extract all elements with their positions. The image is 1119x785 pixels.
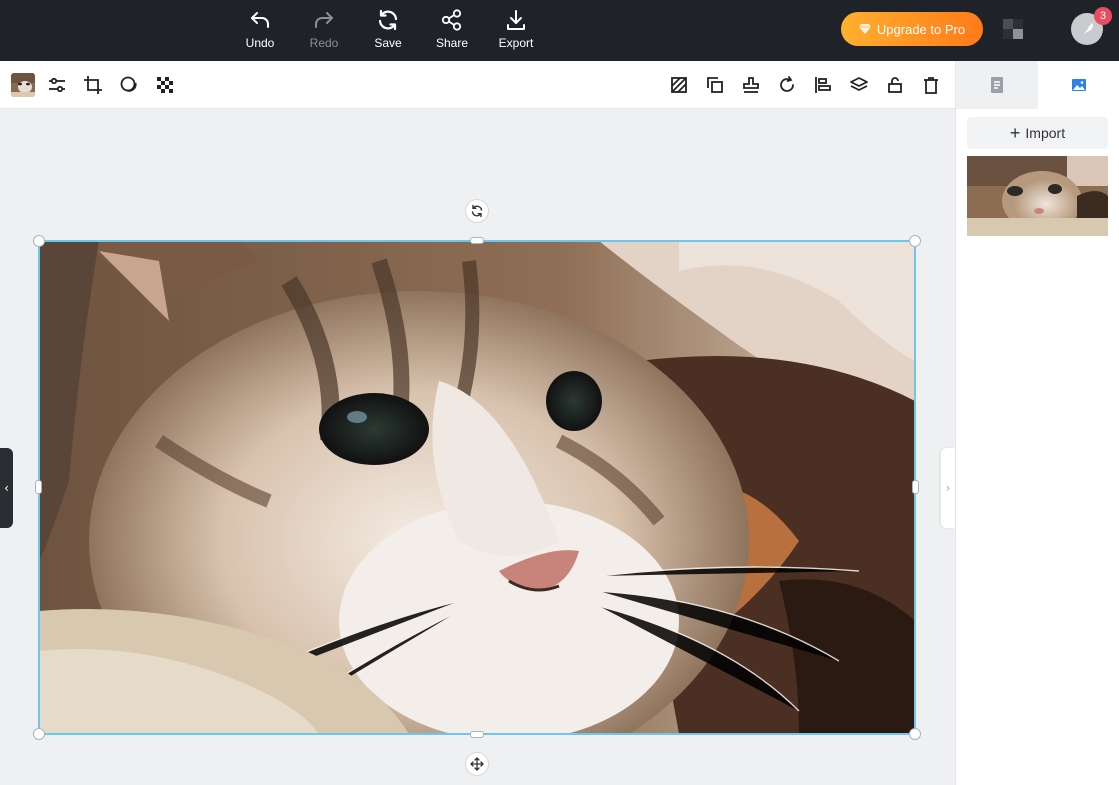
edit-toolbar: [0, 61, 955, 109]
image-icon: [1072, 79, 1086, 91]
adjust-sliders-icon: [49, 77, 65, 93]
share-button[interactable]: Share: [424, 8, 480, 52]
duplicate-icon: [707, 77, 723, 93]
crop-tool[interactable]: [81, 73, 105, 97]
align-left-icon: [815, 77, 831, 93]
import-button[interactable]: + Import: [967, 117, 1108, 149]
transparency-tool[interactable]: [153, 73, 177, 97]
left-panel-toggle[interactable]: ‹: [0, 448, 13, 528]
delete-tool[interactable]: [919, 73, 943, 97]
save-label: Save: [374, 36, 402, 50]
save-button[interactable]: Save: [360, 8, 416, 52]
move-arrows-icon: [470, 757, 484, 771]
redo-button[interactable]: Redo: [296, 8, 352, 52]
align-tool[interactable]: [811, 73, 835, 97]
resize-handle-right[interactable]: [912, 480, 919, 494]
chevron-left-icon: ‹: [4, 481, 9, 495]
editor-canvas: ‹ ›: [0, 109, 955, 785]
right-panel-toggle[interactable]: ›: [941, 448, 955, 528]
resize-handle-bottom[interactable]: [470, 731, 484, 738]
flip-icon: [671, 77, 687, 93]
mask-tool[interactable]: [117, 73, 141, 97]
right-panel: + Import: [955, 61, 1119, 785]
redo-label: Redo: [309, 36, 339, 50]
duplicate-tool[interactable]: [703, 73, 727, 97]
cat-photo-image: [39, 241, 915, 734]
download-icon: [507, 10, 525, 30]
lock-tool[interactable]: [883, 73, 907, 97]
move-control[interactable]: [465, 752, 489, 776]
layer-thumbnail[interactable]: [11, 73, 35, 97]
stamp-tool[interactable]: [739, 73, 763, 97]
stamp-icon: [743, 77, 759, 93]
shape-mask-icon: [120, 76, 137, 92]
share-label: Share: [435, 36, 469, 50]
export-button[interactable]: Export: [488, 8, 544, 52]
export-label: Export: [498, 36, 534, 50]
resize-handle-top[interactable]: [470, 237, 484, 244]
resize-handle-top-right[interactable]: [909, 235, 921, 247]
chevron-right-icon: ›: [945, 481, 951, 495]
undo-icon: [251, 12, 269, 28]
cat-thumbnail-image: [967, 156, 1108, 236]
upgrade-label: Upgrade to Pro: [876, 21, 966, 37]
rotate-tool[interactable]: [775, 73, 799, 97]
text-document-icon: [991, 77, 1003, 93]
undo-label: Undo: [245, 36, 275, 50]
notification-badge: 3: [1094, 7, 1112, 25]
layers-tool[interactable]: [847, 73, 871, 97]
tab-images[interactable]: [1038, 61, 1119, 109]
rotate-arrows-icon: [471, 204, 483, 218]
flip-tool[interactable]: [667, 73, 691, 97]
rotate-icon: [780, 76, 794, 92]
layers-icon: [850, 77, 868, 91]
resize-handle-bottom-right[interactable]: [909, 728, 921, 740]
feather-avatar-icon: [1080, 23, 1093, 37]
apps-grid-icon[interactable]: [1003, 19, 1023, 39]
adjust-tool[interactable]: [45, 73, 69, 97]
plus-icon: +: [1009, 123, 1021, 143]
share-icon: [441, 9, 462, 31]
transparency-icon: [157, 77, 173, 93]
imported-image-thumbnail[interactable]: [967, 156, 1108, 236]
refresh-save-icon: [378, 9, 398, 31]
tab-text[interactable]: [956, 61, 1038, 109]
undo-button[interactable]: Undo: [232, 8, 288, 52]
panel-tabs: [956, 61, 1119, 109]
resize-handle-bottom-left[interactable]: [33, 728, 45, 740]
diamond-icon: [858, 24, 871, 34]
import-label: Import: [1025, 125, 1066, 141]
cat-thumbnail-image: [11, 73, 35, 97]
cat-photo[interactable]: [39, 241, 915, 734]
resize-handle-left[interactable]: [35, 480, 42, 494]
redo-icon: [315, 12, 333, 28]
rotate-control[interactable]: [465, 199, 489, 223]
trash-icon: [924, 77, 938, 94]
unlock-icon: [888, 77, 902, 93]
resize-handle-top-left[interactable]: [33, 235, 45, 247]
crop-icon: [84, 76, 102, 94]
top-bar: Undo Redo Save Share Export Upgrade to P…: [0, 0, 1119, 61]
upgrade-to-pro-button[interactable]: Upgrade to Pro: [841, 12, 983, 46]
